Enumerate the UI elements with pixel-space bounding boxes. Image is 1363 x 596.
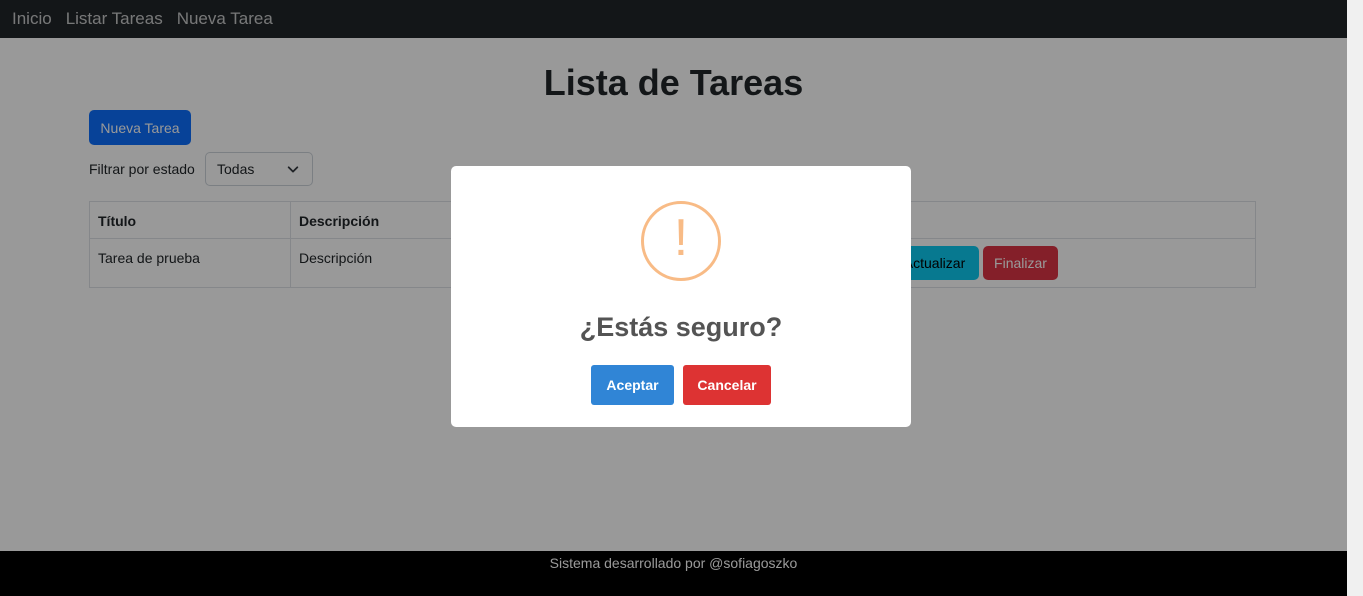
cancel-button[interactable]: Cancelar (683, 365, 771, 405)
scrollbar-track[interactable] (1347, 0, 1363, 596)
warning-exclamation: ! (673, 209, 689, 267)
confirm-dialog: ! ¿Estás seguro? Aceptar Cancelar (451, 166, 911, 427)
warning-icon: ! (641, 201, 721, 281)
dialog-title: ¿Estás seguro? (579, 312, 783, 342)
accept-button[interactable]: Aceptar (591, 365, 674, 405)
